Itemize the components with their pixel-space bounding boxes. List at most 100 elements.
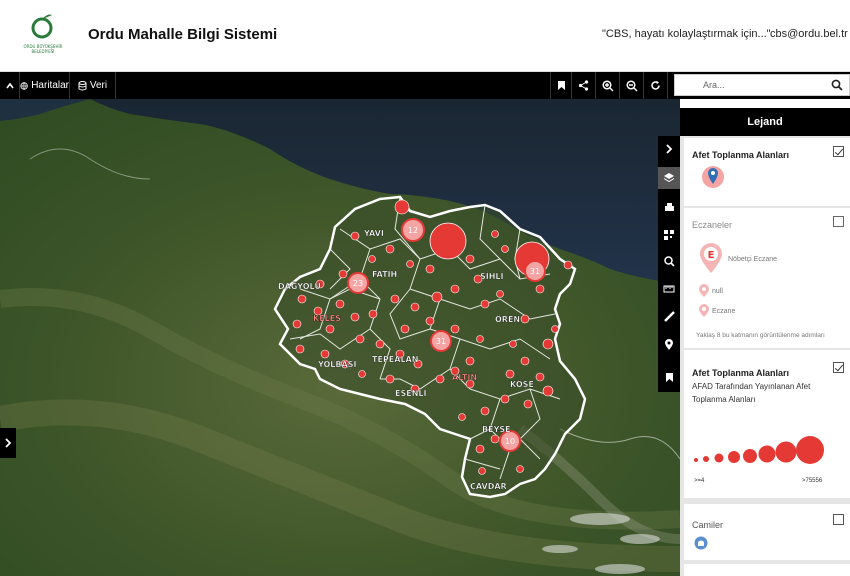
pharmacy-icon xyxy=(699,304,709,317)
chevron-up-icon xyxy=(5,82,14,88)
cluster-marker[interactable]: 12 xyxy=(401,218,425,242)
chevron-right-icon xyxy=(5,438,12,448)
place-label: YAVI xyxy=(363,229,384,238)
place-label: KÖŞE xyxy=(510,379,534,389)
print-icon xyxy=(664,202,674,211)
legend-card-mosques: Camiler xyxy=(684,504,850,560)
pharmacy-on-duty-icon: E xyxy=(700,243,722,273)
scale-min-label: >=4 xyxy=(694,478,705,484)
zoom-note: Yaklaş 8 bu katmanın görüntülenme adımla… xyxy=(696,332,825,339)
app-root: ORDU BÜYÜKŞEHİR BELEDİYESİ Ordu Mahalle … xyxy=(0,0,850,576)
refresh-icon xyxy=(651,80,660,90)
place-label: YOLBAŞI xyxy=(317,360,356,369)
place-label: TEPEALAN xyxy=(372,355,418,364)
database-icon xyxy=(78,80,87,90)
place-label: ÇAVDAR xyxy=(470,482,507,491)
place-label: DAĞYOLU xyxy=(278,280,321,291)
pharmacy-on-duty-label: Nöbetçi Eczane xyxy=(728,256,778,263)
svg-text:E: E xyxy=(708,250,715,261)
zoom-in-icon xyxy=(601,79,613,91)
location-button[interactable] xyxy=(658,334,680,356)
contact-email[interactable]: cbs@ordu.bel.tr xyxy=(770,28,848,40)
map-tools-bar xyxy=(658,136,680,392)
bookmark-icon xyxy=(665,372,673,382)
measure-icon xyxy=(663,285,675,293)
layer-checkbox[interactable] xyxy=(833,146,844,157)
place-label: ÖREN xyxy=(495,314,520,324)
legend-card-assembly: Afet Toplanma Alanları xyxy=(684,138,850,206)
place-label: ESENLİ xyxy=(395,388,426,398)
legend-panel: Lejand Afet Toplanma Alanları Eczaneler … xyxy=(680,108,850,576)
slogan: "CBS, hayatı kolaylaştırmak için..." xyxy=(602,28,771,40)
layers-button[interactable] xyxy=(658,167,680,189)
left-panel-toggle[interactable] xyxy=(0,428,16,458)
qr-icon xyxy=(664,230,674,240)
proportional-symbol-scale xyxy=(694,436,824,464)
cluster-count: 23 xyxy=(353,279,363,288)
place-label: BEYSE xyxy=(482,425,511,434)
zoom-out-icon xyxy=(625,79,637,91)
data-menu-button[interactable]: Veri xyxy=(70,72,116,99)
share-icon xyxy=(578,80,589,91)
map-view[interactable]: 12 23 31 31 10 DAĞYOLU YAVI FATİH ŞİHLİ … xyxy=(0,99,680,576)
layer-checkbox[interactable] xyxy=(833,362,844,373)
pharmacy-null-icon xyxy=(699,284,709,297)
pharmacy-label: Eczane xyxy=(712,308,736,315)
cluster-count: 12 xyxy=(408,226,418,235)
assembly-pin-icon xyxy=(702,166,724,188)
search-icon[interactable] xyxy=(831,79,843,91)
logo-text: ORDU BÜYÜKŞEHİR BELEDİYESİ xyxy=(23,44,63,54)
measure-button[interactable] xyxy=(658,278,680,300)
chevron-right-icon xyxy=(666,144,673,154)
share-button[interactable] xyxy=(572,72,596,99)
data-menu-label: Veri xyxy=(89,80,108,91)
refresh-button[interactable] xyxy=(644,72,668,99)
print-button[interactable] xyxy=(658,196,680,218)
maps-menu-button[interactable]: Haritalar xyxy=(20,72,70,99)
cluster-marker[interactable]: 23 xyxy=(347,272,369,294)
cluster-count: 31 xyxy=(530,267,540,276)
scale-max-label: >75556 xyxy=(802,478,823,484)
bookmark-icon xyxy=(557,81,565,90)
search-box xyxy=(674,74,850,96)
zoom-to-button[interactable] xyxy=(658,250,680,272)
layer-checkbox[interactable] xyxy=(833,216,844,227)
bookmark-tool-button[interactable] xyxy=(658,366,680,388)
app-title: Ordu Mahalle Bilgi Sistemi xyxy=(88,26,278,43)
pharmacy-null-label: null xyxy=(712,288,723,295)
layers-icon xyxy=(663,173,675,183)
cluster-count: 31 xyxy=(436,337,446,346)
maps-menu-label: Haritalar xyxy=(31,80,69,91)
place-label: FATİH xyxy=(372,269,397,279)
bookmark-button[interactable] xyxy=(550,72,572,99)
legend-card-title: Eczaneler xyxy=(692,220,733,230)
ruler-icon xyxy=(663,310,675,322)
place-label: KELES xyxy=(313,314,341,323)
zoom-out-button[interactable] xyxy=(620,72,644,99)
mosque-icon xyxy=(694,536,708,550)
cluster-marker[interactable]: 31 xyxy=(524,260,546,282)
collapse-legend-button[interactable] xyxy=(658,138,680,160)
place-label: ŞİHLİ xyxy=(480,271,504,281)
zoom-icon xyxy=(663,255,675,267)
cluster-marker[interactable]: 31 xyxy=(430,330,452,352)
cluster-count: 10 xyxy=(505,437,515,446)
layer-checkbox[interactable] xyxy=(833,514,844,525)
legend-card-next xyxy=(684,564,850,576)
globe-icon xyxy=(20,81,28,90)
search-input[interactable] xyxy=(675,75,825,95)
legend-title: Lejand xyxy=(680,108,850,136)
legend-card-title: Afet Toplanma Alanları xyxy=(692,150,790,160)
qr-button[interactable] xyxy=(658,224,680,246)
collapse-header-button[interactable] xyxy=(0,72,20,99)
location-icon xyxy=(665,339,673,350)
legend-card-subtitle: AFAD Tarafından Yayınlanan Afet Toplanma… xyxy=(692,382,811,404)
cluster-marker[interactable]: 10 xyxy=(499,430,521,452)
place-label: ALTIN xyxy=(452,373,477,382)
header: ORDU BÜYÜKŞEHİR BELEDİYESİ Ordu Mahalle … xyxy=(0,0,850,72)
large-assembly-marker[interactable] xyxy=(429,222,467,260)
legend-card-pharmacies: Eczaneler E Nöbetçi Eczane null Eczane Y… xyxy=(684,208,850,348)
zoom-in-button[interactable] xyxy=(596,72,620,99)
legend-card-title: Afet Toplanma Alanları xyxy=(692,368,790,378)
ruler-button[interactable] xyxy=(658,305,680,327)
